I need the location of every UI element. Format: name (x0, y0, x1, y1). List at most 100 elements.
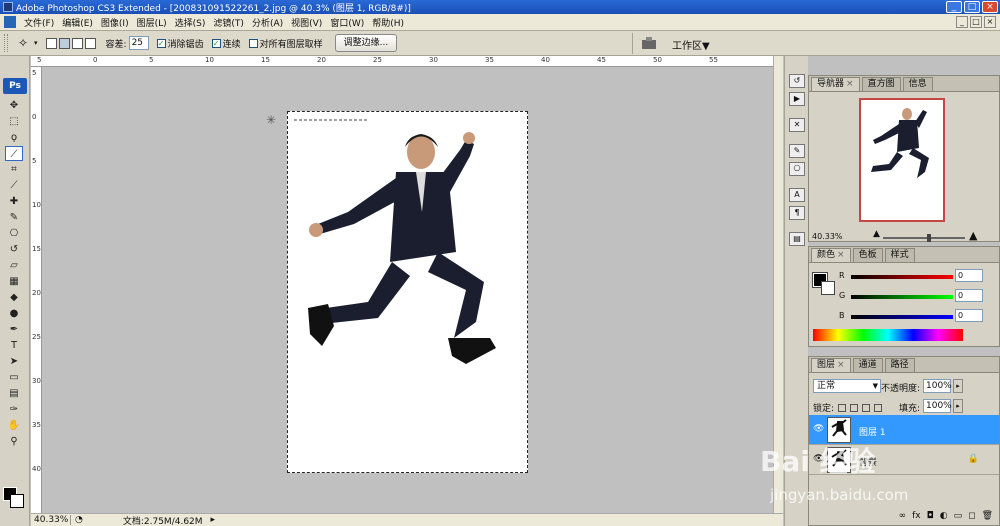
dodge-tool-icon[interactable]: ● (5, 306, 23, 321)
blur-tool-icon[interactable]: ◆ (5, 290, 23, 305)
zoom-tool-icon[interactable]: ⚲ (5, 434, 23, 449)
menu-help[interactable]: 帮助(H) (368, 16, 408, 29)
tab-info[interactable]: 信息 (902, 77, 933, 91)
menu-image[interactable]: 图像(I) (97, 16, 133, 29)
navigator-thumbnail[interactable] (859, 98, 945, 222)
eyedropper-tool-icon[interactable]: ✑ (5, 402, 23, 417)
menu-analysis[interactable]: 分析(A) (248, 16, 287, 29)
crop-tool-icon[interactable]: ⌗ (5, 162, 23, 177)
menu-layer[interactable]: 图层(L) (133, 16, 171, 29)
doc-restore-button[interactable]: □ (970, 16, 982, 28)
refine-edge-button[interactable]: 调整边缘... (334, 34, 398, 52)
eraser-tool-icon[interactable]: ▱ (5, 258, 23, 273)
new-selection-icon[interactable] (45, 37, 57, 49)
color-spectrum-bar[interactable] (813, 329, 963, 341)
menu-window[interactable]: 窗口(W) (326, 16, 368, 29)
delete-layer-icon[interactable]: 🗑 (982, 511, 993, 525)
zoom-out-icon[interactable]: ▲ (873, 229, 880, 239)
doc-minimize-button[interactable]: _ (956, 16, 968, 28)
sample-all-layers-checkbox[interactable]: 对所有图层取样 (248, 37, 323, 50)
menu-view[interactable]: 视图(V) (287, 16, 326, 29)
preset-dropdown-arrow-icon[interactable]: ▾ (34, 39, 38, 47)
blend-mode-select[interactable]: 正常 ▼ (813, 379, 881, 393)
layer-name[interactable]: 图层 1 (859, 425, 886, 438)
magic-wand-tool-icon[interactable]: ⟋ (5, 146, 23, 161)
brushes-icon[interactable]: ✎ (789, 144, 805, 158)
background-color-swatch[interactable] (10, 494, 24, 508)
pen-tool-icon[interactable]: ✒ (5, 322, 23, 337)
layer-comps-icon[interactable]: ▤ (789, 232, 805, 246)
brush-tool-icon[interactable]: ✎ (5, 210, 23, 225)
hand-tool-icon[interactable]: ✋ (5, 418, 23, 433)
new-group-icon[interactable]: ▭ (954, 511, 963, 525)
healing-tool-icon[interactable]: ✚ (5, 194, 23, 209)
character-icon[interactable]: A (789, 188, 805, 202)
type-tool-icon[interactable]: T (5, 338, 23, 353)
horizontal-ruler[interactable]: 5 0 5 10 15 20 25 30 35 40 45 50 55 (31, 56, 773, 67)
fill-arrow-icon[interactable]: ▸ (953, 399, 963, 413)
subtract-selection-icon[interactable] (71, 37, 83, 49)
shape-tool-icon[interactable]: ▭ (5, 370, 23, 385)
link-layers-icon[interactable]: ∞ (899, 511, 907, 525)
visibility-eye-icon[interactable]: 👁 (813, 424, 824, 434)
stamp-tool-icon[interactable]: ⎔ (5, 226, 23, 241)
move-tool-icon[interactable]: ✥ (5, 98, 23, 113)
marquee-tool-icon[interactable]: ⬚ (5, 114, 23, 129)
blue-value[interactable]: 0 (955, 309, 983, 322)
navigator-zoom-value[interactable]: 40.33% (812, 232, 843, 241)
path-select-tool-icon[interactable]: ➤ (5, 354, 23, 369)
history-brush-tool-icon[interactable]: ↺ (5, 242, 23, 257)
zoom-in-icon[interactable]: ▲ (969, 229, 977, 242)
options-grip[interactable] (4, 34, 8, 52)
lock-all-icon[interactable] (874, 403, 883, 412)
antialias-checkbox[interactable]: ✓ 消除锯齿 (156, 37, 204, 50)
close-button[interactable]: × (982, 1, 998, 13)
intersect-selection-icon[interactable] (84, 37, 96, 49)
green-slider[interactable] (851, 295, 953, 299)
opacity-input[interactable]: 100% (923, 379, 952, 393)
navigator-zoom-slider[interactable] (883, 234, 965, 242)
zoom-slider-knob[interactable] (927, 234, 931, 242)
red-value[interactable]: 0 (955, 269, 983, 282)
lock-position-icon[interactable] (862, 403, 871, 412)
fill-input[interactable]: 100% (923, 399, 952, 413)
tab-channels[interactable]: 通道 (852, 358, 883, 372)
tab-layers[interactable]: 图层 × (811, 358, 851, 372)
workspace-menu[interactable]: 工作区▼ (672, 37, 710, 52)
tab-swatches[interactable]: 色板 (852, 248, 883, 262)
tab-styles[interactable]: 样式 (884, 248, 915, 262)
paragraph-icon[interactable]: ¶ (789, 206, 805, 220)
lock-transparent-icon[interactable] (838, 403, 847, 412)
red-slider[interactable] (851, 275, 953, 279)
magic-wand-preset-icon[interactable]: ✧ (12, 34, 34, 52)
status-arrow-icon[interactable]: ▸ (211, 515, 216, 525)
menu-select[interactable]: 选择(S) (171, 16, 210, 29)
color-background-swatch[interactable] (821, 281, 835, 295)
green-value[interactable]: 0 (955, 289, 983, 302)
menu-file[interactable]: 文件(F) (20, 16, 58, 29)
minimize-button[interactable]: _ (946, 1, 962, 13)
tool-presets-icon[interactable]: ✕ (789, 118, 805, 132)
menu-filter[interactable]: 滤镜(T) (209, 16, 248, 29)
lock-image-icon[interactable] (850, 403, 859, 412)
ps-logo[interactable]: Ps (3, 78, 27, 94)
tab-paths[interactable]: 路径 (884, 358, 915, 372)
layer-style-icon[interactable]: fx (912, 511, 921, 525)
zoom-level[interactable]: 40.33% (31, 515, 71, 525)
blue-slider[interactable] (851, 315, 953, 319)
restore-button[interactable]: □ (964, 1, 980, 13)
layer-mask-icon[interactable]: ◘ (927, 511, 934, 525)
tolerance-input[interactable]: 25 (128, 36, 149, 50)
document-canvas[interactable] (287, 111, 528, 473)
opacity-arrow-icon[interactable]: ▸ (953, 379, 963, 393)
doc-close-button[interactable]: × (984, 16, 996, 28)
adjustment-layer-icon[interactable]: ◐ (940, 511, 948, 525)
vertical-ruler[interactable]: 5 0 5 10 15 20 25 30 35 40 (31, 67, 42, 513)
contiguous-checkbox[interactable]: ✓ 连续 (211, 37, 241, 50)
gradient-tool-icon[interactable]: ▦ (5, 274, 23, 289)
history-icon[interactable]: ↺ (789, 74, 805, 88)
app-menu-icon[interactable] (4, 16, 16, 28)
slice-tool-icon[interactable]: ⟋ (5, 178, 23, 193)
lasso-tool-icon[interactable]: ϙ (5, 130, 23, 145)
tab-histogram[interactable]: 直方图 (861, 77, 901, 91)
